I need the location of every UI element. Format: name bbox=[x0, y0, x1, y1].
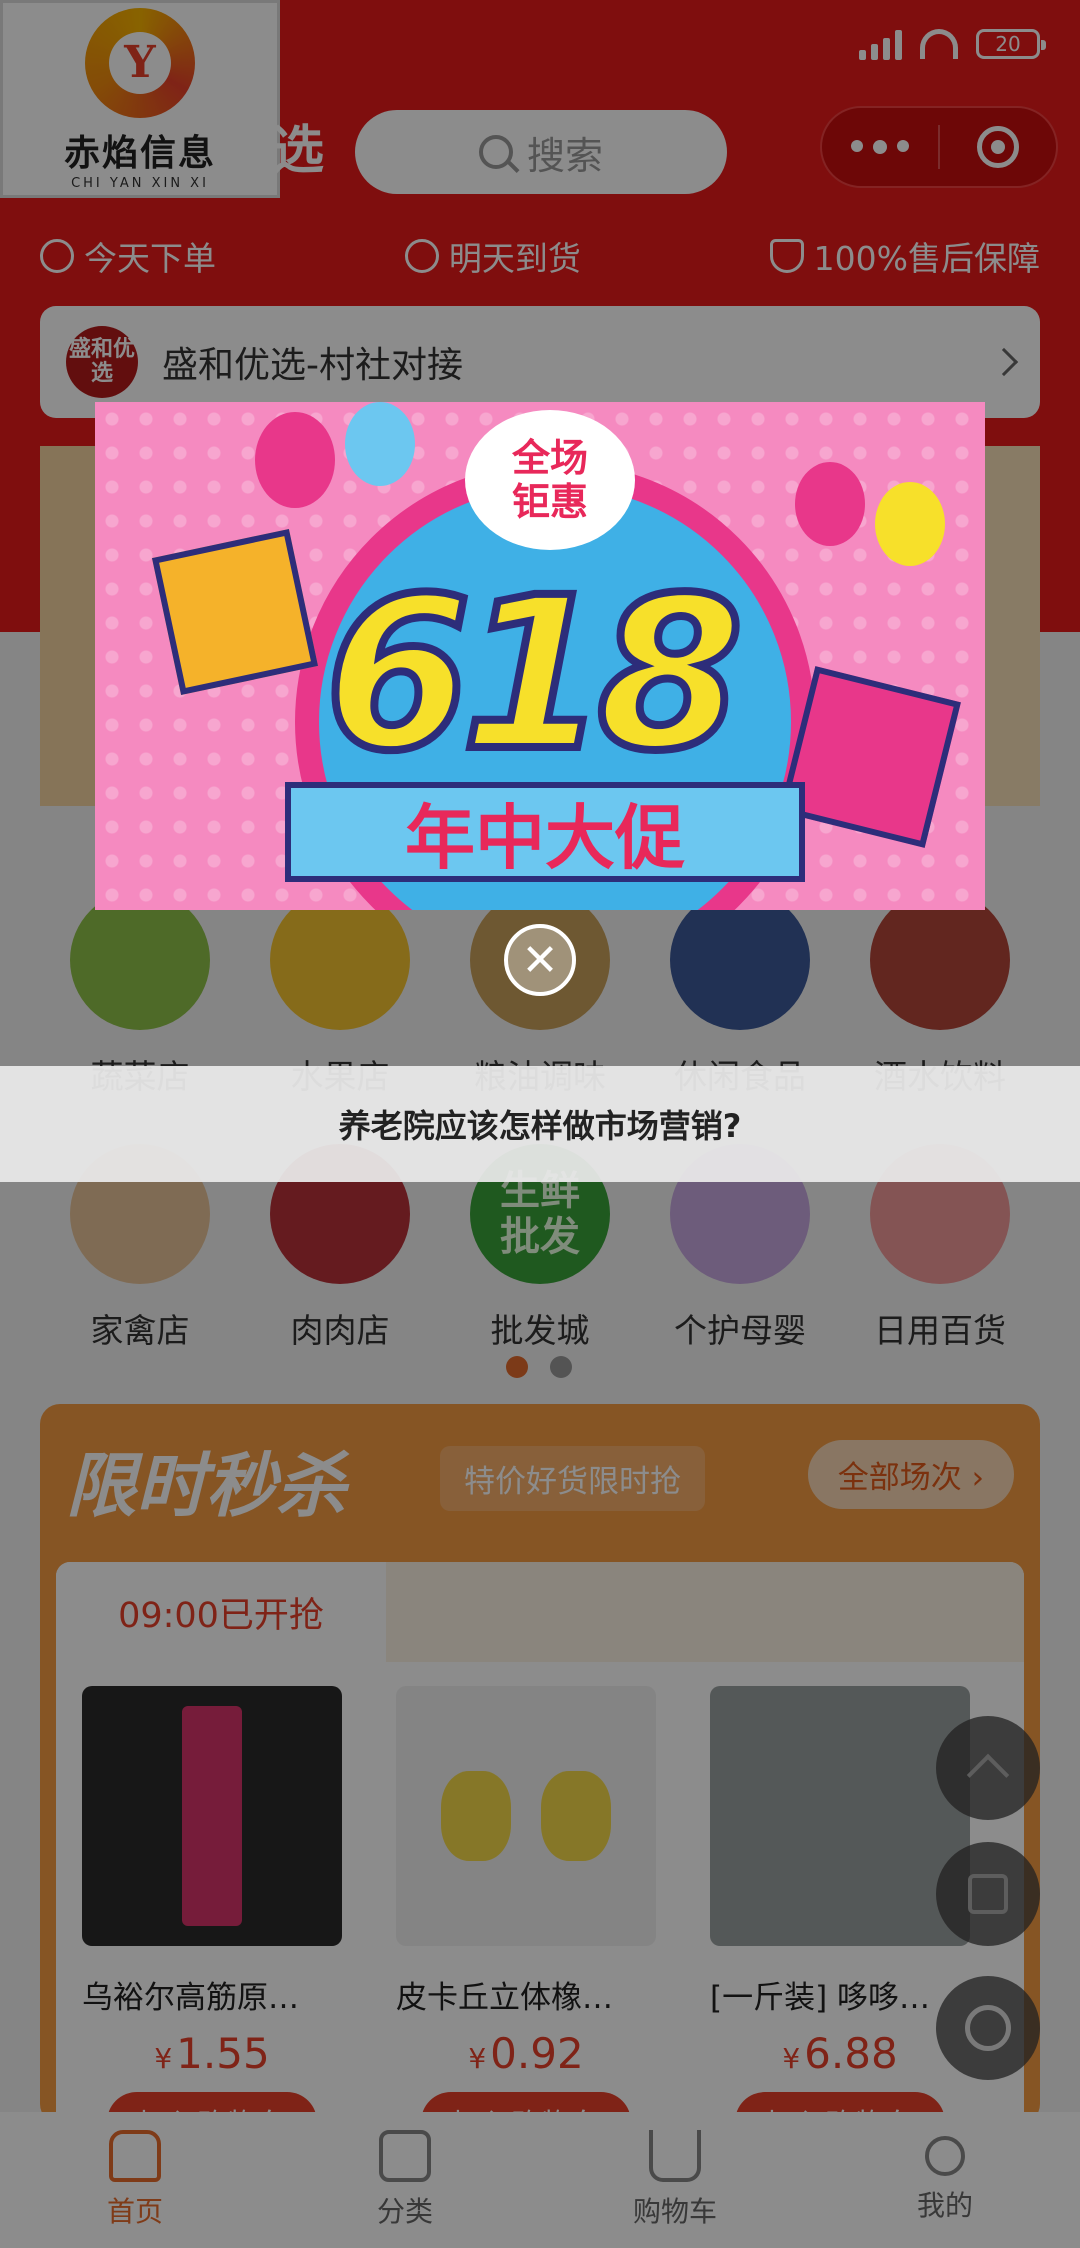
balloon-icon bbox=[875, 482, 945, 566]
gift-box-icon bbox=[151, 528, 319, 696]
banner-cloud: 全场 钜惠 bbox=[465, 410, 635, 550]
promo-popup-banner[interactable]: 全场 钜惠 618 年中大促 bbox=[95, 402, 985, 910]
article-headline: 养老院应该怎样做市场营销? bbox=[338, 1107, 742, 1145]
balloon-icon bbox=[795, 462, 865, 546]
balloon-icon bbox=[255, 412, 335, 508]
balloon-icon bbox=[345, 402, 415, 486]
cloud-text-1: 全场 bbox=[511, 436, 588, 480]
banner-ribbon-text: 年中大促 bbox=[285, 782, 805, 882]
close-icon: ✕ bbox=[521, 934, 559, 986]
popup-close-button[interactable]: ✕ bbox=[504, 924, 576, 996]
article-headline-bar: 养老院应该怎样做市场营销? bbox=[0, 1066, 1080, 1182]
cloud-text-2: 钜惠 bbox=[511, 480, 588, 524]
banner-headline-number: 618 bbox=[321, 548, 747, 801]
